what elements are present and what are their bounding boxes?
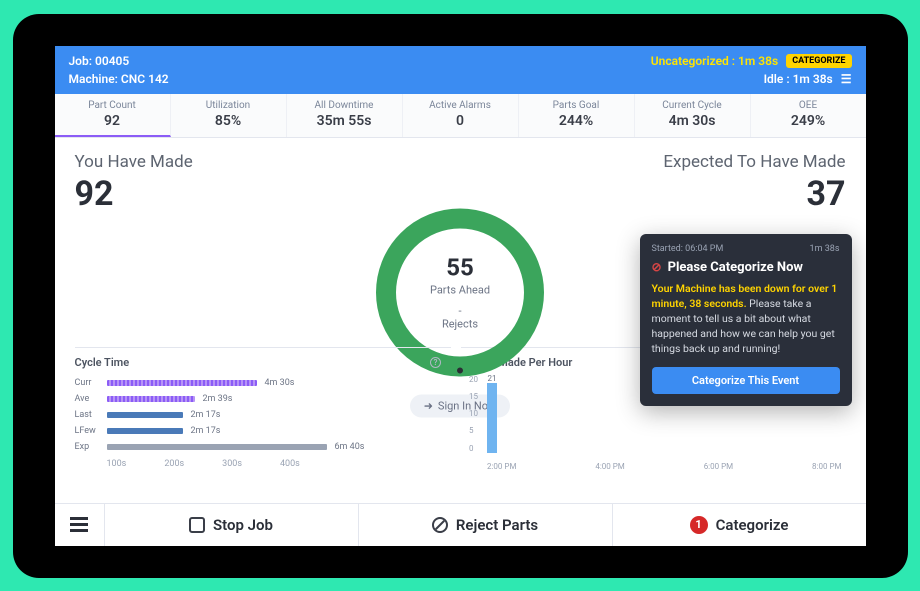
cycle-time-row: Curr4m 30s (75, 375, 452, 391)
menu-icon (70, 517, 88, 532)
stat-parts-goal[interactable]: Parts Goal 244% (519, 94, 635, 137)
stats-bar: Part Count 92 Utilization 85% All Downti… (55, 94, 866, 138)
categorize-badge: 1 (690, 516, 708, 534)
stat-label: Part Count (57, 100, 168, 111)
idle-status: Idle : 1m 38s (764, 72, 833, 86)
popup-body: Your Machine has been down for over 1 mi… (652, 281, 840, 357)
tablet-frame: Job: 00405 Uncategorized : 1m 38s CATEGO… (13, 14, 908, 578)
you-have-made: You Have Made 92 (75, 152, 193, 214)
parts-made-bar (487, 383, 497, 453)
popup-started: Started: 06:04 PM (652, 244, 724, 254)
stat-part-count[interactable]: Part Count 92 (55, 94, 171, 137)
expected-to-have-made: Expected To Have Made 37 (663, 152, 845, 214)
popup-elapsed: 1m 38s (810, 244, 840, 254)
stat-value: 92 (57, 113, 168, 129)
stat-alarms[interactable]: Active Alarms 0 (403, 94, 519, 137)
reject-parts-button[interactable]: Reject Parts (359, 504, 613, 546)
footer: Stop Job Reject Parts 1 Categorize (55, 503, 866, 546)
stat-utilization[interactable]: Utilization 85% (171, 94, 287, 137)
categorize-header-button[interactable]: CATEGORIZE (786, 54, 851, 68)
stat-current-cycle[interactable]: Current Cycle 4m 30s (635, 94, 751, 137)
stop-job-button[interactable]: Stop Job (105, 504, 359, 546)
stop-icon (189, 517, 205, 533)
stat-downtime[interactable]: All Downtime 35m 55s (287, 94, 403, 137)
categorize-event-button[interactable]: Categorize This Event (652, 367, 840, 394)
idle-menu-icon[interactable]: ☰ (841, 72, 852, 86)
stat-oee[interactable]: OEE 249% (751, 94, 866, 137)
cycle-time-row: Ave2m 39s (75, 391, 452, 407)
categorize-footer-button[interactable]: 1 Categorize (613, 504, 866, 546)
job-label: Job: 00405 (69, 54, 130, 68)
reject-icon (432, 517, 448, 533)
main: You Have Made 92 Expected To Have Made 3… (55, 138, 866, 503)
cycle-time-row: LFew2m 17s (75, 423, 452, 439)
machine-label: Machine: CNC 142 (69, 72, 169, 86)
cycle-time-row: Last2m 17s (75, 407, 452, 423)
alert-icon: ⊘ (652, 260, 662, 274)
ring-marker-icon (454, 364, 466, 376)
header: Job: 00405 Uncategorized : 1m 38s CATEGO… (55, 46, 866, 94)
uncategorized-status: Uncategorized : 1m 38s (651, 54, 778, 68)
menu-button[interactable] (55, 504, 105, 546)
help-icon[interactable]: ? (430, 357, 441, 368)
cycle-time-row: Exp6m 40s (75, 439, 452, 455)
screen: Job: 00405 Uncategorized : 1m 38s CATEGO… (55, 46, 866, 546)
cycle-time-panel: Cycle Time ? Curr4m 30sAve2m 39sLast2m 1… (75, 347, 452, 497)
parts-ahead-value: 55 (446, 254, 474, 282)
categorize-popup: Started: 06:04 PM 1m 38s ⊘ Please Catego… (640, 234, 852, 406)
